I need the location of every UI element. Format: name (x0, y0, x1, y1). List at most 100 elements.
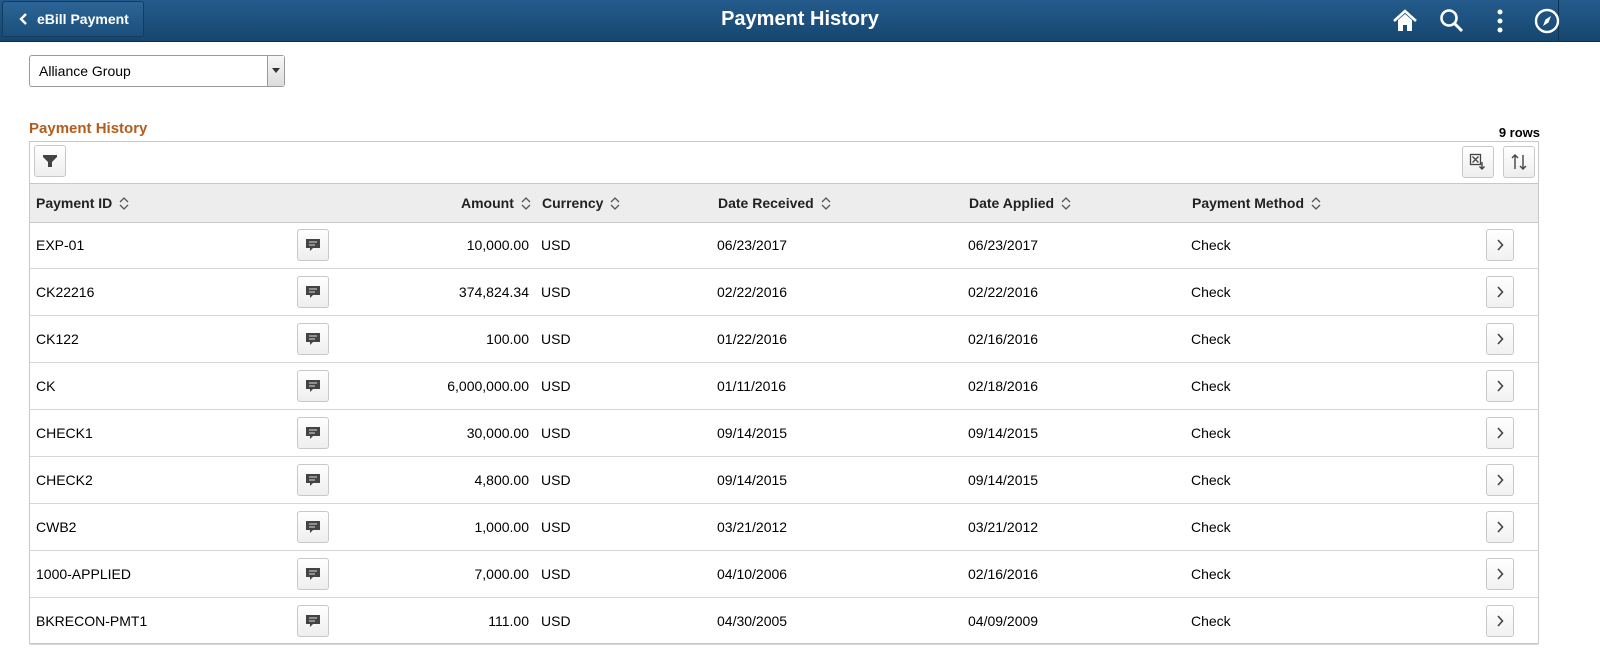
notes-button[interactable] (297, 558, 329, 590)
sort-toggle-icon (1311, 196, 1321, 210)
date-applied-cell: 06/23/2017 (968, 237, 1039, 253)
payment-method-cell: Check (1191, 284, 1231, 300)
date-applied-cell: 09/14/2015 (968, 425, 1039, 441)
date-applied-cell: 09/14/2015 (968, 472, 1039, 488)
amount-cell: 1,000.00 (474, 519, 530, 535)
payment-id-cell: BKRECON-PMT1 (36, 613, 148, 629)
column-header-amount[interactable]: Amount (461, 195, 531, 211)
table-row[interactable]: CHECK2 4,800.00 USD 09/14/2015 09/14/201… (30, 457, 1538, 504)
table-row[interactable]: CK122 100.00 USD 01/22/2016 02/16/2016 C… (30, 316, 1538, 363)
sort-toggle-icon (1061, 196, 1071, 210)
amount-cell: 4,800.00 (474, 472, 530, 488)
amount-cell: 374,824.34 (458, 284, 529, 300)
download-excel-button[interactable] (1462, 146, 1494, 178)
column-header-date-received[interactable]: Date Received (718, 195, 831, 211)
table-row[interactable]: CK 6,000,000.00 USD 01/11/2016 02/18/201… (30, 363, 1538, 410)
row-detail-button[interactable] (1486, 276, 1514, 308)
chevron-right-icon (1497, 239, 1504, 251)
payment-method-cell: Check (1191, 613, 1231, 629)
date-applied-cell: 02/22/2016 (968, 284, 1039, 300)
column-header-payment-method[interactable]: Payment Method (1192, 195, 1321, 211)
date-applied-cell: 04/09/2009 (968, 613, 1039, 629)
chevron-right-icon (1497, 474, 1504, 486)
comment-bubble-icon (306, 615, 320, 627)
table-row[interactable]: CHECK1 30,000.00 USD 09/14/2015 09/14/20… (30, 410, 1538, 457)
payment-method-cell: Check (1191, 566, 1231, 582)
payment-history-grid: Payment ID Amount Currency Date Received… (29, 141, 1539, 645)
search-icon[interactable] (1438, 7, 1466, 35)
date-received-cell: 01/22/2016 (717, 331, 788, 347)
column-header-payment-id[interactable]: Payment ID (36, 195, 129, 211)
page-title: Payment History (721, 8, 879, 30)
payment-method-cell: Check (1191, 237, 1231, 253)
payment-id-cell: EXP-01 (36, 237, 85, 253)
notes-button[interactable] (297, 417, 329, 449)
row-detail-button[interactable] (1486, 605, 1514, 637)
amount-cell: 100.00 (486, 331, 529, 347)
customer-select[interactable]: Alliance Group (29, 55, 285, 87)
sort-button[interactable] (1503, 146, 1535, 178)
column-header-date-applied[interactable]: Date Applied (969, 195, 1071, 211)
row-detail-button[interactable] (1486, 464, 1514, 496)
date-received-cell: 02/22/2016 (717, 284, 788, 300)
date-received-cell: 04/10/2006 (717, 566, 788, 582)
notes-button[interactable] (297, 370, 329, 402)
notes-button[interactable] (297, 276, 329, 308)
export-excel-icon (1469, 153, 1485, 170)
table-row[interactable]: EXP-01 10,000.00 USD 06/23/2017 06/23/20… (30, 222, 1538, 269)
payment-id-cell: CWB2 (36, 519, 77, 535)
table-row[interactable]: BKRECON-PMT1 111.00 USD 04/30/2005 04/09… (30, 598, 1538, 645)
currency-cell: USD (541, 472, 571, 488)
date-received-cell: 09/14/2015 (717, 472, 788, 488)
row-detail-button[interactable] (1486, 511, 1514, 543)
date-received-cell: 01/11/2016 (717, 378, 787, 394)
payment-id-cell: CHECK1 (36, 425, 93, 441)
home-icon[interactable] (1391, 7, 1419, 35)
chevron-right-icon (1497, 333, 1504, 345)
chevron-right-icon (1497, 521, 1504, 533)
date-applied-cell: 02/16/2016 (968, 566, 1039, 582)
notes-button[interactable] (297, 323, 329, 355)
currency-cell: USD (541, 378, 571, 394)
payment-id-cell: CK22216 (36, 284, 95, 300)
currency-cell: USD (541, 613, 571, 629)
currency-cell: USD (541, 237, 571, 253)
row-detail-button[interactable] (1486, 229, 1514, 261)
currency-cell: USD (541, 519, 571, 535)
comment-bubble-icon (306, 521, 320, 533)
payment-method-cell: Check (1191, 425, 1231, 441)
row-detail-button[interactable] (1486, 323, 1514, 355)
notes-button[interactable] (297, 464, 329, 496)
payment-id-cell: 1000-APPLIED (36, 566, 131, 582)
dropdown-arrow-icon[interactable] (267, 56, 284, 86)
currency-cell: USD (541, 425, 571, 441)
amount-cell: 30,000.00 (466, 425, 529, 441)
notes-button[interactable] (297, 229, 329, 261)
comment-bubble-icon (306, 427, 320, 439)
navbar-compass-icon[interactable] (1533, 7, 1561, 35)
table-row[interactable]: CWB2 1,000.00 USD 03/21/2012 03/21/2012 … (30, 504, 1538, 551)
currency-cell: USD (541, 566, 571, 582)
grid-column-headers: Payment ID Amount Currency Date Received… (30, 183, 1538, 223)
sort-toggle-icon (521, 196, 531, 210)
column-header-currency[interactable]: Currency (542, 195, 620, 211)
comment-bubble-icon (306, 286, 320, 298)
filter-button[interactable] (34, 145, 66, 177)
actions-menu-icon[interactable] (1486, 7, 1514, 35)
notes-button[interactable] (297, 511, 329, 543)
payment-method-cell: Check (1191, 472, 1231, 488)
row-detail-button[interactable] (1486, 417, 1514, 449)
notes-button[interactable] (297, 605, 329, 637)
comment-bubble-icon (306, 474, 320, 486)
table-row[interactable]: CK22216 374,824.34 USD 02/22/2016 02/22/… (30, 269, 1538, 316)
date-applied-cell: 03/21/2012 (968, 519, 1039, 535)
sort-toggle-icon (611, 196, 620, 210)
date-received-cell: 04/30/2005 (717, 613, 788, 629)
date-received-cell: 09/14/2015 (717, 425, 788, 441)
chevron-right-icon (1497, 427, 1504, 439)
chevron-right-icon (1497, 380, 1504, 392)
comment-bubble-icon (306, 333, 320, 345)
row-detail-button[interactable] (1486, 558, 1514, 590)
row-detail-button[interactable] (1486, 370, 1514, 402)
table-row[interactable]: 1000-APPLIED 7,000.00 USD 04/10/2006 02/… (30, 551, 1538, 598)
